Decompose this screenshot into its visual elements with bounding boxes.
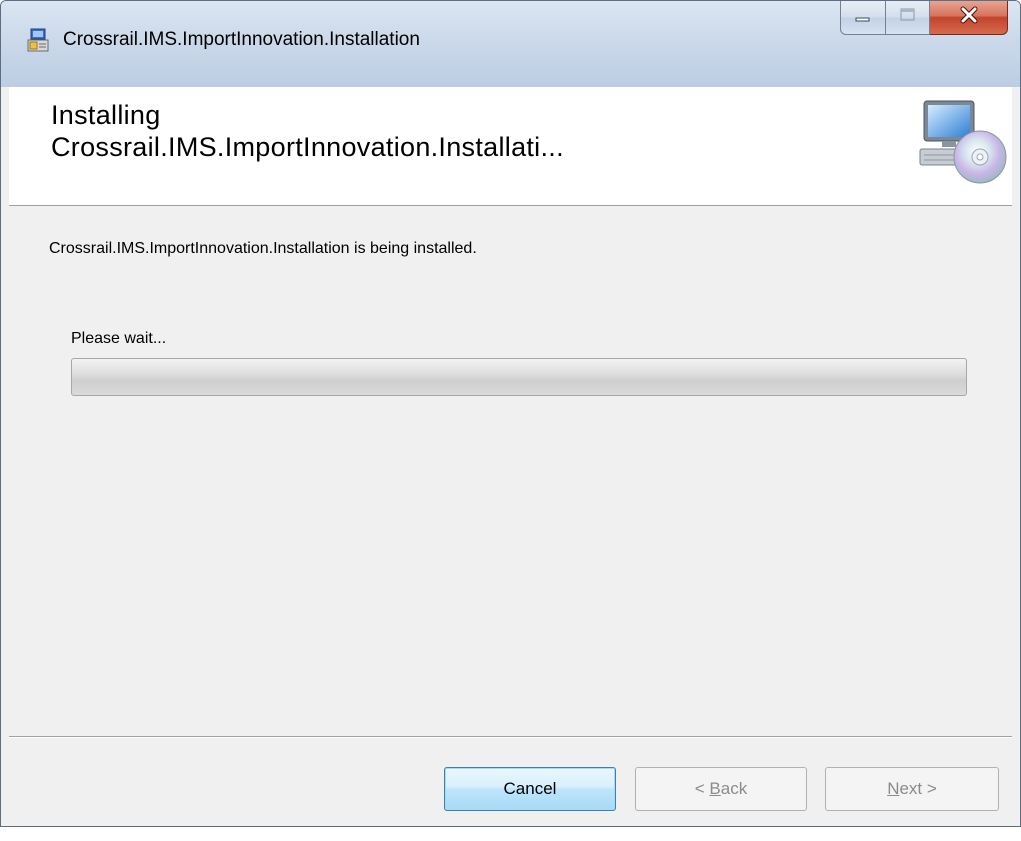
next-button-label: Next > [887, 779, 937, 798]
installer-icon [25, 27, 51, 53]
maximize-icon [899, 7, 917, 28]
back-button[interactable]: < Back [635, 767, 807, 811]
computer-cd-icon [916, 95, 1012, 191]
window-title: Crossrail.IMS.ImportInnovation.Installat… [63, 29, 420, 50]
footer-divider [9, 736, 1012, 738]
page-title: Installing Crossrail.IMS.ImportInnovatio… [51, 99, 564, 163]
cancel-button[interactable]: Cancel [444, 767, 616, 811]
caption-buttons [840, 1, 1008, 37]
header-banner: Installing Crossrail.IMS.ImportInnovatio… [9, 87, 1012, 206]
page-title-line2: Crossrail.IMS.ImportInnovation.Installat… [51, 132, 564, 162]
installer-window: Crossrail.IMS.ImportInnovation.Installat… [0, 0, 1021, 827]
next-button[interactable]: Next > [825, 767, 999, 811]
minimize-icon [854, 9, 872, 27]
progress-bar [71, 358, 967, 396]
back-button-label: < Back [694, 779, 748, 798]
please-wait-label: Please wait... [71, 330, 167, 347]
minimize-button[interactable] [840, 1, 886, 35]
content-panel: Crossrail.IMS.ImportInnovation.Installat… [9, 206, 1012, 826]
maximize-button[interactable] [886, 1, 930, 35]
cancel-button-label: Cancel [503, 779, 557, 798]
status-text: Crossrail.IMS.ImportInnovation.Installat… [49, 240, 477, 257]
page-title-line1: Installing [51, 100, 161, 130]
close-icon [959, 6, 979, 29]
close-button[interactable] [930, 1, 1008, 35]
title-bar[interactable]: Crossrail.IMS.ImportInnovation.Installat… [1, 1, 1020, 87]
